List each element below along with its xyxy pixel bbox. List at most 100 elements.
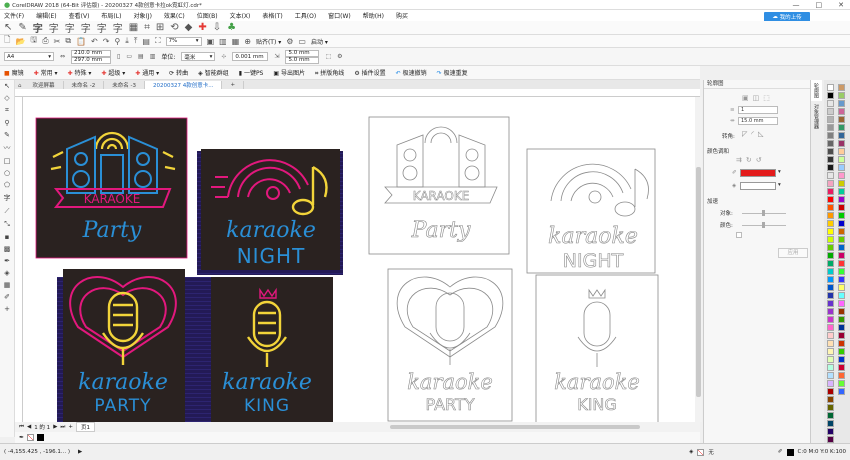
undo-icon[interactable]: ↶ — [91, 37, 98, 46]
menu-window[interactable]: 窗口(W) — [328, 11, 351, 20]
palette-swatch[interactable] — [827, 204, 834, 211]
palette-swatch[interactable] — [827, 308, 834, 315]
palette-swatch[interactable] — [838, 220, 845, 227]
polygon-tool-icon[interactable]: ⬠ — [4, 181, 10, 189]
dup-x-input[interactable]: 5.0 mm — [285, 49, 320, 57]
menu-effects[interactable]: 效果(C) — [164, 11, 185, 20]
palette-swatch[interactable] — [838, 204, 845, 211]
ellipse-tool-icon[interactable]: ○ — [4, 169, 10, 177]
palette-swatch[interactable] — [827, 244, 834, 251]
page-tab[interactable]: 页1 — [75, 422, 95, 432]
new-document-icon[interactable]: 🗋 — [4, 34, 10, 48]
palette-swatch[interactable] — [827, 220, 834, 227]
import-icon[interactable]: ⤓ — [125, 36, 129, 46]
palette-swatch[interactable] — [827, 100, 834, 107]
palette-swatch[interactable] — [827, 396, 834, 403]
snap-menu[interactable]: 贴齐(T) ▾ — [256, 37, 281, 46]
print-icon[interactable]: ⎙ — [42, 36, 48, 46]
tab-welcome[interactable]: 欢迎屏幕 — [25, 81, 64, 89]
fill-color-swatch[interactable] — [740, 182, 776, 190]
palette-swatch[interactable] — [838, 332, 845, 339]
node-icon[interactable]: ◆ — [185, 22, 193, 33]
palette-swatch[interactable] — [838, 92, 845, 99]
palette-swatch[interactable] — [827, 252, 834, 259]
palette-swatch[interactable] — [827, 148, 834, 155]
minimize-icon[interactable]: — — [793, 1, 800, 9]
menu-buy[interactable]: 购买 — [396, 11, 408, 20]
current-page-icon[interactable]: ▥ — [150, 53, 156, 60]
rotate-icon[interactable]: ⟲ — [170, 22, 178, 33]
interactive-fill-icon[interactable]: ◈ — [4, 269, 9, 277]
crop-tool-icon[interactable]: ⌗ — [5, 106, 9, 115]
palette-swatch[interactable] — [838, 228, 845, 235]
palette-swatch[interactable] — [827, 372, 834, 379]
palette-swatch[interactable] — [838, 124, 845, 131]
docker-tab-contour[interactable]: 轮廓图 — [811, 80, 822, 101]
palette-swatch[interactable] — [838, 316, 845, 323]
palette-swatch[interactable] — [827, 292, 834, 299]
neon-artwork-karaoke-king[interactable]: karaoke KING — [211, 277, 333, 422]
palette-swatch[interactable] — [838, 140, 845, 147]
palette-swatch[interactable] — [838, 244, 845, 251]
palette-swatch[interactable] — [827, 356, 834, 363]
palette-swatch[interactable] — [838, 252, 845, 259]
palette-swatch[interactable] — [827, 196, 834, 203]
palette-swatch[interactable] — [827, 380, 834, 387]
eyedropper-icon[interactable]: ✒ — [19, 434, 24, 441]
palette-swatch[interactable] — [838, 276, 845, 283]
guidelines-icon[interactable]: ▥ — [219, 37, 227, 46]
palette-swatch[interactable] — [827, 324, 834, 331]
zoom-select[interactable]: 7% ▾ — [165, 36, 202, 46]
download-icon[interactable]: ⇩ — [213, 22, 221, 33]
plugin-general[interactable]: ✚ 通用 ▾ — [135, 68, 159, 77]
eyedropper-icon[interactable]: ✒ — [4, 257, 10, 265]
grid-icon[interactable]: ▦ — [129, 22, 138, 33]
plugin-one-key-ps[interactable]: ▮ 一键PS — [239, 68, 264, 77]
palette-swatch[interactable] — [827, 412, 834, 419]
grid-view-icon[interactable]: ▦ — [232, 37, 240, 46]
plugin-magic-mirror[interactable]: ■ 魔镜 — [4, 68, 24, 77]
rectangle-tool-icon[interactable]: □ — [4, 157, 11, 165]
counterclockwise-blend-icon[interactable]: ↺ — [756, 156, 762, 164]
outline-color-swatch[interactable] — [740, 169, 776, 177]
page-border-icon[interactable]: ⬚ — [325, 53, 331, 60]
palette-swatch[interactable] — [838, 292, 845, 299]
units-select[interactable]: 毫米 ▾ — [181, 52, 216, 61]
palette-swatch[interactable] — [838, 284, 845, 291]
plugin-common[interactable]: ✚ 常用 ▾ — [34, 68, 58, 77]
docker-tab-object-manager[interactable]: 对象管理器 — [811, 101, 822, 132]
plugin-smart-group[interactable]: ◈ 智能群组 — [198, 68, 229, 77]
menu-tools[interactable]: 工具(O) — [295, 11, 316, 20]
text-tool-icon[interactable]: 字 — [49, 20, 59, 35]
plugin-crop-marks[interactable]: ⌗ 拼版角线 — [315, 68, 344, 78]
menu-layout[interactable]: 布局(L) — [101, 11, 121, 20]
all-pages-icon[interactable]: ▤ — [138, 53, 144, 60]
palette-swatch[interactable] — [827, 300, 834, 307]
maximize-icon[interactable]: □ — [816, 1, 823, 9]
tab-untitled-2[interactable]: 未命名 -2 — [64, 81, 105, 89]
palette-swatch[interactable] — [838, 324, 845, 331]
tree-icon[interactable]: ♣ — [227, 22, 236, 33]
palette-swatch[interactable] — [838, 156, 845, 163]
first-page-icon[interactable]: ⏮ — [19, 424, 24, 431]
outline-artwork-karaoke-party[interactable]: KARAOKE Party — [368, 116, 510, 255]
text-tool-icon[interactable]: 字 — [4, 193, 11, 203]
outline-pen-icon[interactable]: ✐ — [4, 293, 10, 301]
palette-swatch[interactable] — [838, 212, 845, 219]
shape-tool-icon[interactable]: ◇ — [4, 94, 9, 102]
nudge-input[interactable]: 0.001 mm — [232, 52, 269, 61]
palette-swatch[interactable] — [838, 172, 845, 179]
search-icon[interactable]: ⚲ — [114, 37, 120, 46]
snap-icon[interactable]: ⊕ — [244, 37, 251, 46]
page-size-select[interactable]: A4 ▾ — [4, 52, 54, 61]
palette-swatch[interactable] — [838, 132, 845, 139]
palette-swatch[interactable] — [838, 100, 845, 107]
vertical-scrollbar[interactable] — [695, 97, 702, 422]
text-b-icon[interactable]: 字 — [81, 20, 91, 35]
palette-swatch[interactable] — [838, 260, 845, 267]
palette-swatch[interactable] — [827, 164, 834, 171]
palette-swatch[interactable] — [827, 340, 834, 347]
menu-edit[interactable]: 编辑(E) — [36, 11, 56, 20]
pick-tool-icon[interactable]: ↖ — [4, 82, 10, 90]
text-d-icon[interactable]: 字 — [113, 20, 123, 35]
